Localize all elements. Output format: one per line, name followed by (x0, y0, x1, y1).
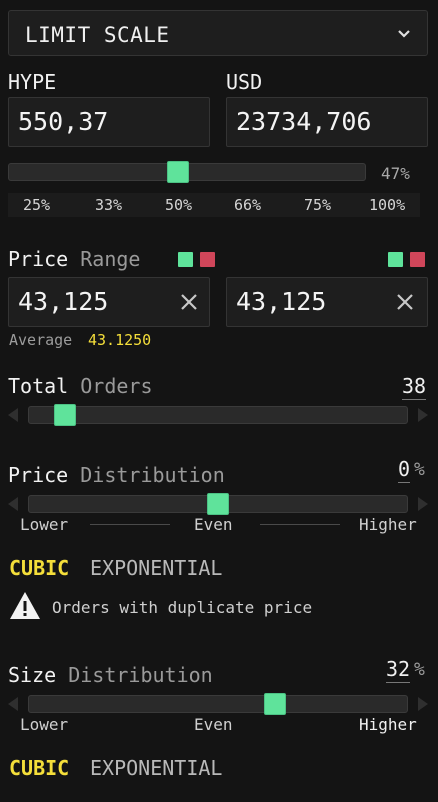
order-type-dropdown[interactable]: LIMIT SCALE (8, 10, 428, 56)
total-orders-value[interactable]: 38 (402, 374, 427, 400)
total-orders-slider-thumb[interactable] (54, 404, 76, 426)
quote-amount-value: 23734,706 (236, 107, 372, 136)
price-low-value: 43,125 (18, 287, 109, 316)
size-presets: 25% 33% 50% 66% 75% 100% (8, 193, 420, 217)
order-type-label: LIMIT SCALE (25, 23, 170, 47)
base-amount-value: 550,37 (18, 107, 109, 136)
price-scale-lower: Lower (20, 515, 69, 534)
size-scale-higher: Higher (359, 715, 417, 734)
price-scale-divider-right (260, 524, 340, 525)
total-orders-increase-icon[interactable] (418, 408, 428, 422)
size-distribution-unit: % (414, 659, 425, 680)
price-distribution-title: Price Distribution (8, 463, 225, 487)
price-high-input[interactable]: 43,125 (226, 277, 428, 327)
size-distribution-title-sub: Distribution (68, 663, 213, 687)
total-orders-title: Total Orders (8, 374, 153, 398)
warning-icon (10, 592, 40, 619)
size-distribution-title-main: Size (8, 663, 57, 687)
low-red-swatch[interactable] (200, 252, 215, 267)
price-distribution-unit: % (414, 459, 425, 480)
preset-66-button[interactable]: 66% (234, 196, 261, 214)
price-range-title-main: Price (8, 247, 69, 271)
clear-low-icon[interactable] (179, 292, 199, 312)
price-scale-divider-left (90, 524, 170, 525)
price-distribution-title-sub: Distribution (80, 463, 225, 487)
price-high-value: 43,125 (236, 287, 327, 316)
price-distribution-value[interactable]: 0 (398, 457, 411, 483)
price-mode-exponential-button[interactable]: EXPONENTIAL (90, 556, 222, 580)
price-scale-higher: Higher (359, 515, 417, 534)
size-scale-even: Even (194, 715, 233, 734)
average-label: Average (9, 331, 73, 349)
price-distribution-increase-icon[interactable] (418, 497, 428, 511)
size-distribution-value[interactable]: 32 (386, 657, 411, 683)
base-currency-label: HYPE (8, 70, 57, 94)
size-slider-thumb[interactable] (167, 161, 189, 183)
clear-high-icon[interactable] (395, 292, 415, 312)
price-distribution-title-main: Price (8, 463, 69, 487)
size-distribution-decrease-icon[interactable] (8, 697, 18, 711)
size-mode-exponential-button[interactable]: EXPONENTIAL (90, 756, 222, 780)
preset-33-button[interactable]: 33% (95, 196, 122, 214)
size-scale-lower: Lower (20, 715, 69, 734)
price-range-title-sub: Range (80, 247, 141, 271)
price-range-title: Price Range (8, 247, 140, 271)
high-green-swatch[interactable] (388, 252, 403, 267)
preset-50-button[interactable]: 50% (165, 196, 192, 214)
total-orders-slider-track[interactable] (28, 406, 408, 424)
total-orders-decrease-icon[interactable] (8, 408, 18, 422)
size-distribution-increase-icon[interactable] (418, 697, 428, 711)
price-scale-even: Even (194, 515, 233, 534)
size-percent-value: 47% (381, 164, 410, 183)
preset-100-button[interactable]: 100% (369, 196, 405, 214)
low-green-swatch[interactable] (178, 252, 193, 267)
high-red-swatch[interactable] (410, 252, 425, 267)
size-distribution-slider-thumb[interactable] (264, 693, 286, 715)
size-mode-cubic-button[interactable]: CUBIC (9, 756, 69, 780)
duplicate-price-warning: Orders with duplicate price (52, 598, 313, 617)
average-value: 43.1250 (88, 331, 152, 349)
price-distribution-slider-thumb[interactable] (207, 493, 229, 515)
size-distribution-slider-track[interactable] (28, 695, 408, 713)
price-low-input[interactable]: 43,125 (8, 277, 210, 327)
total-orders-title-main: Total (8, 374, 69, 398)
price-mode-cubic-button[interactable]: CUBIC (9, 556, 69, 580)
quote-amount-input[interactable]: 23734,706 (226, 97, 428, 147)
chevron-down-icon (398, 30, 410, 38)
size-distribution-title: Size Distribution (8, 663, 213, 687)
base-amount-input[interactable]: 550,37 (8, 97, 210, 147)
quote-currency-label: USD (226, 70, 263, 94)
price-distribution-decrease-icon[interactable] (8, 497, 18, 511)
preset-25-button[interactable]: 25% (23, 196, 50, 214)
total-orders-title-sub: Orders (80, 374, 153, 398)
preset-75-button[interactable]: 75% (304, 196, 331, 214)
